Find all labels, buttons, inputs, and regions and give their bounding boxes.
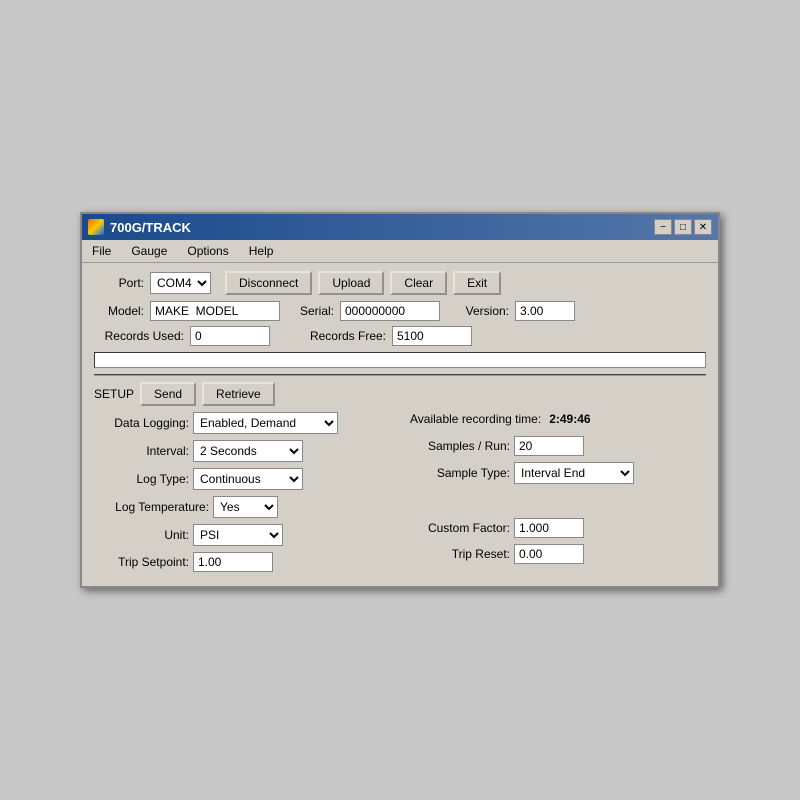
log-temp-label: Log Temperature: — [94, 500, 209, 514]
log-type-row: Log Type: Continuous Single Shot — [94, 468, 390, 490]
window-title: 700G/TRACK — [110, 220, 191, 235]
samples-run-row: Samples / Run: — [410, 436, 706, 456]
data-logging-row: Data Logging: Enabled, Demand Enabled, C… — [94, 412, 390, 434]
minimize-button[interactable]: − — [654, 219, 672, 235]
sample-type-label: Sample Type: — [410, 466, 510, 480]
titlebar-controls: − □ ✕ — [654, 219, 712, 235]
version-label: Version: — [454, 304, 509, 318]
setup-left-col: Data Logging: Enabled, Demand Enabled, C… — [94, 412, 390, 578]
data-logging-select[interactable]: Enabled, Demand Enabled, Continuous Disa… — [193, 412, 338, 434]
version-input[interactable] — [515, 301, 575, 321]
avail-time-label: Available recording time: — [410, 412, 541, 426]
clear-button[interactable]: Clear — [390, 271, 447, 295]
close-button[interactable]: ✕ — [694, 219, 712, 235]
setup-section-row: SETUP Send Retrieve — [94, 382, 706, 406]
titlebar: 700G/TRACK − □ ✕ — [82, 214, 718, 240]
setup-columns: Data Logging: Enabled, Demand Enabled, C… — [94, 412, 706, 578]
records-used-label: Records Used: — [94, 329, 184, 343]
log-type-label: Log Type: — [94, 472, 189, 486]
sample-type-select[interactable]: Interval End Average Min Max — [514, 462, 634, 484]
trip-setpoint-input[interactable] — [193, 552, 273, 572]
upload-button[interactable]: Upload — [318, 271, 384, 295]
avail-time-row: Available recording time: 2:49:46 — [410, 412, 706, 426]
progress-bar — [94, 352, 706, 368]
model-row: Model: Serial: Version: — [94, 301, 706, 321]
trip-reset-label: Trip Reset: — [410, 547, 510, 561]
menubar: File Gauge Options Help — [82, 240, 718, 263]
separator — [94, 374, 706, 376]
records-used-input[interactable] — [190, 326, 270, 346]
menu-help[interactable]: Help — [243, 242, 280, 260]
port-select[interactable]: COM4 COM1 COM2 COM3 — [150, 272, 211, 294]
app-icon — [88, 219, 104, 235]
content-area: Port: COM4 COM1 COM2 COM3 Disconnect Upl… — [82, 263, 718, 586]
interval-row: Interval: 1 Second 2 Seconds 5 Seconds 1… — [94, 440, 390, 462]
custom-factor-row: Custom Factor: — [410, 518, 706, 538]
avail-time-value: 2:49:46 — [549, 412, 590, 426]
model-input[interactable] — [150, 301, 280, 321]
custom-factor-input[interactable] — [514, 518, 584, 538]
menu-options[interactable]: Options — [181, 242, 234, 260]
maximize-button[interactable]: □ — [674, 219, 692, 235]
serial-label: Serial: — [294, 304, 334, 318]
trip-setpoint-label: Trip Setpoint: — [94, 555, 189, 569]
serial-input[interactable] — [340, 301, 440, 321]
samples-run-label: Samples / Run: — [410, 439, 510, 453]
menu-file[interactable]: File — [86, 242, 117, 260]
titlebar-left: 700G/TRACK — [88, 219, 191, 235]
trip-reset-input[interactable] — [514, 544, 584, 564]
main-window: 700G/TRACK − □ ✕ File Gauge Options Help… — [80, 212, 720, 588]
port-label: Port: — [94, 276, 144, 290]
send-button[interactable]: Send — [140, 382, 196, 406]
menu-gauge[interactable]: Gauge — [125, 242, 173, 260]
retrieve-button[interactable]: Retrieve — [202, 382, 275, 406]
unit-label: Unit: — [94, 528, 189, 542]
records-free-label: Records Free: — [296, 329, 386, 343]
port-select-wrapper: COM4 COM1 COM2 COM3 — [150, 272, 211, 294]
records-free-input[interactable] — [392, 326, 472, 346]
disconnect-button[interactable]: Disconnect — [225, 271, 312, 295]
log-type-select[interactable]: Continuous Single Shot — [193, 468, 303, 490]
data-logging-label: Data Logging: — [94, 416, 189, 430]
records-row: Records Used: Records Free: — [94, 326, 706, 346]
sample-type-row: Sample Type: Interval End Average Min Ma… — [410, 462, 706, 484]
setup-label: SETUP — [94, 387, 134, 401]
exit-button[interactable]: Exit — [453, 271, 501, 295]
spacer-row — [410, 490, 706, 512]
setup-right-col: Available recording time: 2:49:46 Sample… — [410, 412, 706, 578]
log-temp-select[interactable]: Yes No — [213, 496, 278, 518]
log-temp-row: Log Temperature: Yes No — [94, 496, 390, 518]
interval-label: Interval: — [94, 444, 189, 458]
port-row: Port: COM4 COM1 COM2 COM3 Disconnect Upl… — [94, 271, 706, 295]
samples-run-input[interactable] — [514, 436, 584, 456]
unit-row: Unit: PSI BAR kPa Custom — [94, 524, 390, 546]
interval-select[interactable]: 1 Second 2 Seconds 5 Seconds 10 Seconds … — [193, 440, 303, 462]
custom-factor-label: Custom Factor: — [410, 521, 510, 535]
unit-select[interactable]: PSI BAR kPa Custom — [193, 524, 283, 546]
trip-setpoint-row: Trip Setpoint: — [94, 552, 390, 572]
model-label: Model: — [94, 304, 144, 318]
trip-reset-row: Trip Reset: — [410, 544, 706, 564]
